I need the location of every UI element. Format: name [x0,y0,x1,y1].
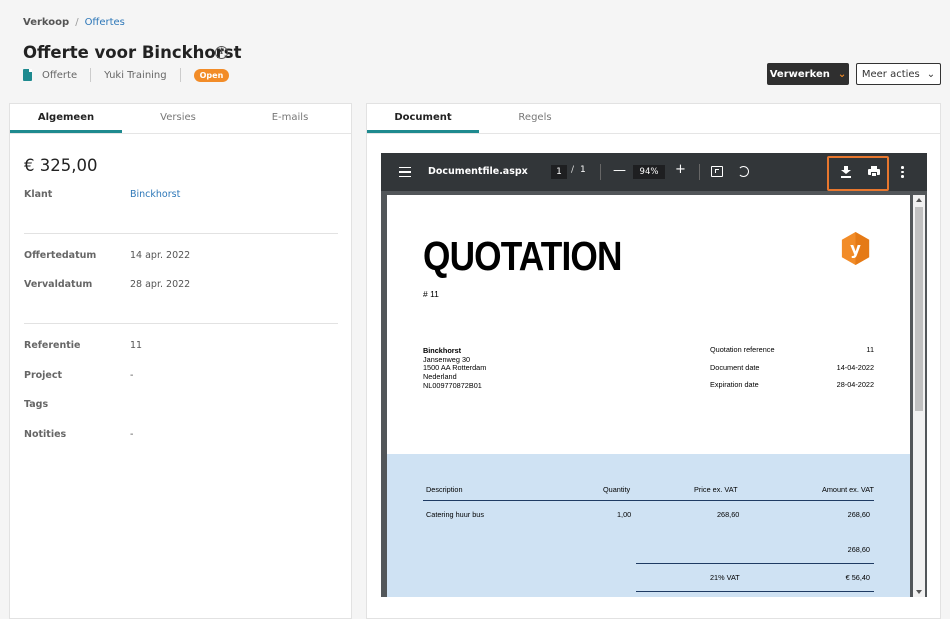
meta-divider [90,68,92,82]
quote-amount: € 325,00 [24,156,98,175]
section-divider [24,233,338,234]
scroll-up-icon[interactable] [916,198,922,202]
page-separator: / [571,165,575,175]
status-badge: Open [193,68,230,82]
pdf-client-name: Binckhorst [423,346,462,355]
administration-name: Yuki Training [104,69,167,81]
pdf-vat-label: 21% VAT [710,573,740,582]
document-type: Offerte [42,69,78,81]
logo-letter: y [850,239,861,258]
pdf-subtotal: 268,60 [847,545,870,554]
breadcrumb-quotes[interactable]: Offertes [85,17,125,28]
line-item-amount: 268,60 [847,510,870,519]
tags-label: Tags [24,399,49,410]
document-panel: Document Regels Documentfile.aspx 1 / 1 … [366,103,941,619]
breadcrumb: Verkoop / Offertes [23,17,125,28]
details-panel: Algemeen Versies E-mails € 325,00 Klant … [9,103,352,619]
pdf-scrollbar[interactable] [913,195,925,597]
project-value: - [130,370,134,381]
pdf-filename: Documentfile.aspx [428,166,528,177]
pdf-exp-date-value: 28-04-2022 [836,380,874,389]
more-options-icon[interactable] [901,166,904,178]
document-tabs: Document Regels [367,104,940,134]
menu-icon[interactable] [399,167,411,177]
pdf-vat-number: NL009770872B01 [423,381,482,390]
zoom-out-button[interactable]: — [613,163,626,178]
quote-date-value: 14 apr. 2022 [130,250,191,261]
chevron-down-icon: ⌄ [837,68,847,80]
pdf-doc-date-label: Document date [710,363,760,372]
table-header-quantity: Quantity [603,485,631,494]
zoom-in-button[interactable]: + [675,162,686,177]
page-total: 1 [580,165,586,175]
notes-label: Notities [24,429,67,440]
vat-line [636,591,874,592]
meta-divider [179,68,181,82]
line-item-quantity: 1,00 [617,510,632,519]
breadcrumb-separator: / [75,17,79,28]
tab-lines[interactable]: Regels [479,104,591,133]
tab-general[interactable]: Algemeen [10,104,122,133]
project-label: Project [24,370,63,381]
line-item-description: Catering huur bus [426,510,485,519]
pdf-title: QUOTATION [423,233,622,279]
breadcrumb-sales[interactable]: Verkoop [23,17,69,28]
due-date-label: Vervaldatum [24,279,93,290]
process-button[interactable]: Verwerken ⌄ [767,63,849,85]
pdf-viewer: Documentfile.aspx 1 / 1 — 94% + QUOTATIO… [381,153,927,597]
scrollbar-thumb[interactable] [915,207,923,411]
pdf-doc-date-value: 14-04-2022 [836,363,874,372]
pdf-page: QUOTATION # 11 y Binckhorst Jansenweg 30… [387,195,910,597]
reference-value: 11 [130,340,143,351]
pdf-vat-amount: € 56,40 [845,573,870,582]
pdf-exp-date-label: Expiration date [710,380,759,389]
table-header-description: Description [426,485,463,494]
tab-document[interactable]: Document [367,104,479,133]
client-label: Klant [24,189,53,200]
due-date-value: 28 apr. 2022 [130,279,191,290]
meta-bar: Offerte Yuki Training Open [23,67,230,83]
process-button-label: Verwerken [769,68,830,80]
pdf-quote-number: # 11 [423,289,439,299]
print-icon[interactable] [868,166,880,177]
notes-value: - [130,429,134,440]
chevron-down-icon: ⌄ [926,68,936,80]
info-icon[interactable]: i [215,46,228,59]
subtotal-line [636,563,874,564]
pdf-country: Nederland [423,372,457,381]
rotate-icon[interactable] [738,166,749,177]
more-actions-button[interactable]: Meer acties ⌄ [856,63,941,85]
quote-date-label: Offertedatum [24,250,97,261]
more-actions-label: Meer acties [861,68,920,80]
pdf-ref-label: Quotation reference [710,345,775,354]
client-link[interactable]: Binckhorst [130,189,180,200]
page-title: Offerte voor Binckhorst [23,43,242,62]
table-header-line [423,500,874,501]
section-divider [24,323,338,324]
fit-page-icon[interactable] [711,166,723,177]
pdf-ref-value: 11 [866,345,874,354]
document-icon [23,69,32,81]
line-item-price: 268,60 [717,510,740,519]
download-icon[interactable] [841,166,851,178]
pdf-toolbar: Documentfile.aspx 1 / 1 — 94% + [381,153,927,191]
table-header-price: Price ex. VAT [694,485,738,494]
company-logo-icon: y [841,231,870,266]
tab-emails[interactable]: E-mails [234,104,346,133]
toolbar-divider [600,164,601,180]
reference-label: Referentie [24,340,81,351]
details-tabs: Algemeen Versies E-mails [10,104,351,134]
scroll-down-icon[interactable] [916,590,922,594]
table-header-amount: Amount ex. VAT [821,485,874,494]
pdf-line-items-table: Description Quantity Price ex. VAT Amoun… [387,454,910,597]
zoom-input[interactable]: 94% [633,165,665,179]
page-number-input[interactable]: 1 [551,165,567,179]
pdf-address-2: 1500 AA Rotterdam [423,363,487,372]
toolbar-divider [699,164,700,180]
tab-versions[interactable]: Versies [122,104,234,133]
